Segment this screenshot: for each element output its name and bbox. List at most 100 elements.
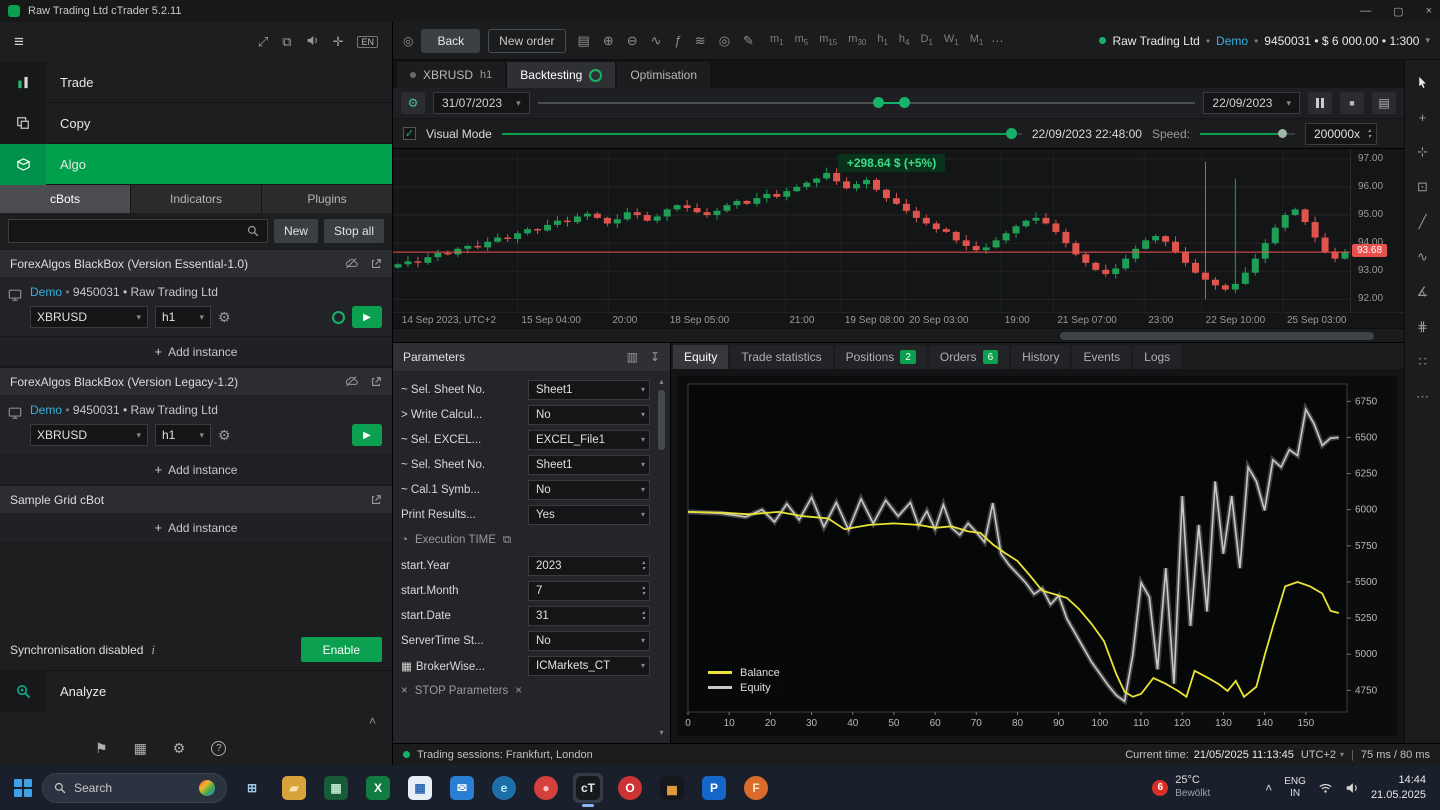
cbot-search-input[interactable] bbox=[8, 219, 268, 243]
timeframe-select[interactable]: h1 ▾ bbox=[155, 306, 211, 328]
sidebar-tab-cbots[interactable]: cBots bbox=[0, 185, 130, 213]
cbot-name[interactable]: ForexAlgos BlackBox (Version Legacy-1.2) bbox=[0, 367, 392, 395]
symbol-select[interactable]: XBRUSD ▾ bbox=[30, 306, 148, 328]
start-cbot-button[interactable]: ▶ bbox=[352, 424, 382, 446]
start-cbot-button[interactable]: ▶ bbox=[352, 306, 382, 328]
language-switcher[interactable]: ENG IN bbox=[1284, 776, 1306, 800]
pattern-tool[interactable]: ∷ bbox=[1411, 352, 1435, 372]
param-select[interactable]: EXCEL_File1 ▾ bbox=[528, 429, 650, 450]
scroll-down-icon[interactable]: ▾ bbox=[659, 728, 663, 737]
progress-handle-end[interactable] bbox=[899, 97, 911, 108]
chart-scrollbar[interactable] bbox=[393, 328, 1404, 342]
account-info[interactable]: Raw Trading Ltd • Demo • 9450031 • $ 6 0… bbox=[1099, 34, 1430, 48]
backtest-settings-button[interactable]: ⚙ bbox=[401, 92, 425, 114]
taskbar-icon-planner[interactable]: P bbox=[699, 773, 729, 803]
compare-params-icon[interactable]: ▥ bbox=[627, 350, 638, 364]
economic-calendar-icon[interactable]: ▦ bbox=[134, 740, 147, 757]
timeframe-W1[interactable]: W1 bbox=[944, 33, 959, 47]
param-stepper[interactable]: 7 ▴ ▾ bbox=[528, 580, 650, 601]
taskbar-icon-browser[interactable]: ● bbox=[531, 773, 561, 803]
sidebar-item-algo[interactable]: Algo bbox=[0, 143, 392, 185]
tab-backtesting[interactable]: Backtesting bbox=[507, 62, 616, 88]
add-instance-button[interactable]: + Add instance bbox=[0, 455, 392, 485]
sidebar-item-trade[interactable]: Trade bbox=[0, 61, 392, 103]
pause-button[interactable] bbox=[1308, 92, 1332, 114]
param-select[interactable]: Sheet1 ▾ bbox=[528, 454, 650, 475]
sidebar-tab-indicators[interactable]: Indicators bbox=[131, 185, 261, 213]
tray-expand-icon[interactable]: ˄ bbox=[1265, 781, 1272, 795]
widgets-icon[interactable]: ✛ bbox=[333, 34, 344, 50]
maximize-button[interactable]: ▢ bbox=[1393, 5, 1403, 18]
tab-logs[interactable]: Logs bbox=[1133, 345, 1182, 369]
param-select[interactable]: Sheet1 ▾ bbox=[528, 379, 650, 400]
add-instance-button[interactable]: + Add instance bbox=[0, 513, 392, 543]
tab-optimisation[interactable]: Optimisation bbox=[617, 62, 711, 88]
param-select[interactable]: Yes ▾ bbox=[528, 504, 650, 525]
speed-multiplier-stepper[interactable]: 200000x ▴ ▾ bbox=[1304, 122, 1378, 145]
fibonacci-tool[interactable]: ⋕ bbox=[1411, 317, 1435, 337]
share-icon[interactable] bbox=[370, 494, 382, 506]
alerts-icon[interactable]: ⚑ bbox=[95, 740, 108, 757]
chart-x-axis[interactable]: 14 Sep 2023, UTC+2 15 Sep 04:00 20:00 18 Se… bbox=[393, 312, 1404, 328]
stop-all-button[interactable]: Stop all bbox=[323, 219, 384, 243]
sidebar-tab-plugins[interactable]: Plugins bbox=[262, 185, 392, 213]
account-dropdown-icon[interactable]: ▾ bbox=[1425, 35, 1430, 46]
start-button[interactable] bbox=[14, 778, 32, 797]
timezone-select[interactable]: UTC+2 ▾ bbox=[1301, 749, 1344, 761]
instance-settings-icon[interactable]: ⚙ bbox=[218, 427, 231, 444]
tab-equity[interactable]: Equity bbox=[673, 345, 729, 369]
trendline-tool[interactable]: ╱ bbox=[1411, 212, 1435, 232]
help-icon[interactable]: ? bbox=[211, 740, 227, 756]
taskbar-icon-firefox[interactable]: F bbox=[741, 773, 771, 803]
start-date-picker[interactable]: 31/07/2023 ▾ bbox=[433, 92, 530, 114]
cbot-instance[interactable]: Demo • 9450031 • Raw Trading Ltd XBRUSD ▾ h… bbox=[0, 277, 392, 337]
settings-icon[interactable]: ⚙ bbox=[173, 740, 186, 757]
taskbar-icon-excel-workbook[interactable]: ▦ bbox=[321, 773, 351, 803]
taskbar-icon-file-explorer[interactable]: ▰ bbox=[279, 773, 309, 803]
timeframe-m5[interactable]: m5 bbox=[795, 33, 809, 47]
crosshair-tool[interactable]: + bbox=[1411, 107, 1435, 127]
cloud-off-icon[interactable] bbox=[345, 375, 358, 388]
timeframe-D1[interactable]: D1 bbox=[921, 33, 933, 47]
tick-volume-icon[interactable]: ∿ bbox=[651, 33, 662, 49]
scroll-up-icon[interactable]: ▴ bbox=[659, 377, 663, 386]
taskbar-icon-opera[interactable]: O bbox=[615, 773, 645, 803]
add-instance-button[interactable]: + Add instance bbox=[0, 337, 392, 367]
tab-orders[interactable]: Orders 6 bbox=[928, 345, 1010, 369]
report-button[interactable]: ▤ bbox=[1372, 92, 1396, 114]
wifi-icon[interactable] bbox=[1318, 781, 1333, 795]
param-select[interactable]: ICMarkets_CT ▾ bbox=[528, 655, 650, 676]
param-section-header[interactable]: × STOP Parameters × bbox=[401, 678, 650, 704]
language-badge[interactable]: EN bbox=[357, 36, 378, 48]
menu-icon[interactable]: ≡ bbox=[14, 32, 24, 52]
pointer-tool[interactable] bbox=[1411, 72, 1435, 92]
tab-events[interactable]: Events bbox=[1072, 345, 1132, 369]
timeframe-m30[interactable]: m30 bbox=[848, 33, 866, 47]
share-icon[interactable] bbox=[370, 258, 382, 270]
param-select[interactable]: No ▾ bbox=[528, 630, 650, 651]
tab-positions[interactable]: Positions 2 bbox=[834, 345, 927, 369]
sidebar-item-analyze[interactable]: Analyze bbox=[0, 670, 392, 712]
volume-icon[interactable] bbox=[1345, 781, 1359, 795]
dot-crosshair-tool[interactable]: ⊹ bbox=[1411, 142, 1435, 162]
timeframe-M1[interactable]: M1 bbox=[970, 33, 984, 47]
cloud-off-icon[interactable] bbox=[345, 257, 358, 270]
new-order-button[interactable]: New order bbox=[488, 28, 566, 53]
minimize-button[interactable]: — bbox=[1360, 5, 1371, 18]
params-scrollbar[interactable]: ▴ ▾ bbox=[656, 377, 667, 737]
param-select[interactable]: No ▾ bbox=[528, 404, 650, 425]
taskbar-icon-excel[interactable]: X bbox=[363, 773, 393, 803]
param-select[interactable]: No ▾ bbox=[528, 479, 650, 500]
back-button[interactable]: Back bbox=[421, 28, 481, 53]
timeframe-m15[interactable]: m15 bbox=[819, 33, 837, 47]
taskbar-icon-calendar[interactable]: ▦ bbox=[405, 773, 435, 803]
param-stepper[interactable]: 31 ▴ ▾ bbox=[528, 605, 650, 626]
taskbar-icon-ctrader[interactable]: cT bbox=[573, 772, 603, 807]
cbot-name[interactable]: ForexAlgos BlackBox (Version Essential-1… bbox=[0, 249, 392, 277]
symbol-select[interactable]: XBRUSD ▾ bbox=[30, 424, 148, 446]
playback-position-slider[interactable] bbox=[501, 123, 1022, 145]
taskbar-search[interactable]: Search bbox=[42, 772, 227, 803]
taskbar-icon-task-view[interactable]: ⊞ bbox=[237, 773, 267, 803]
session-status-icon[interactable]: ◎ bbox=[403, 34, 413, 48]
stop-button[interactable]: ■ bbox=[1340, 92, 1364, 114]
